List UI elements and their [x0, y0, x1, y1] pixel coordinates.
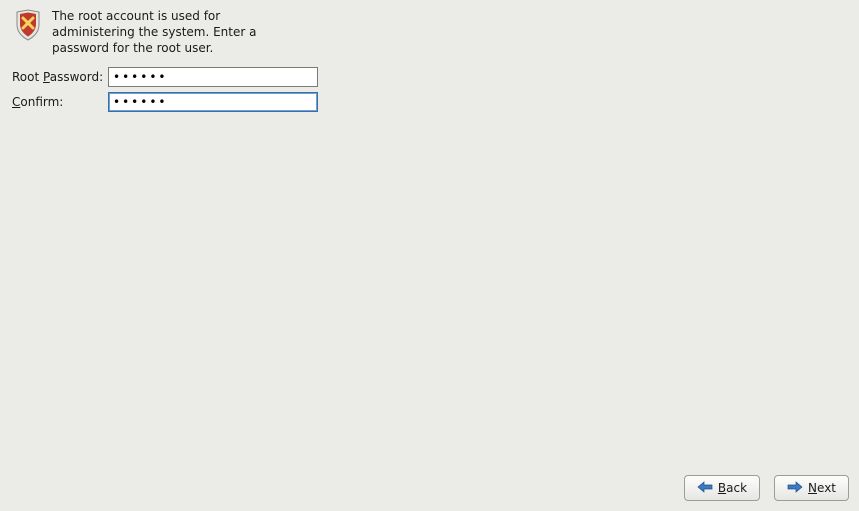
confirm-password-input[interactable] — [108, 92, 318, 112]
root-password-label: Root Password: — [12, 70, 102, 84]
root-password-input[interactable] — [108, 67, 318, 87]
next-button-label: Next — [808, 481, 836, 495]
confirm-password-label: Confirm: — [12, 95, 102, 109]
back-button-label: Back — [718, 481, 747, 495]
root-shield-icon — [12, 9, 44, 41]
arrow-left-icon — [697, 481, 713, 496]
arrow-right-icon — [787, 481, 803, 496]
back-button[interactable]: Back — [684, 475, 760, 501]
header-description: The root account is used for administeri… — [52, 8, 302, 57]
next-button[interactable]: Next — [774, 475, 849, 501]
